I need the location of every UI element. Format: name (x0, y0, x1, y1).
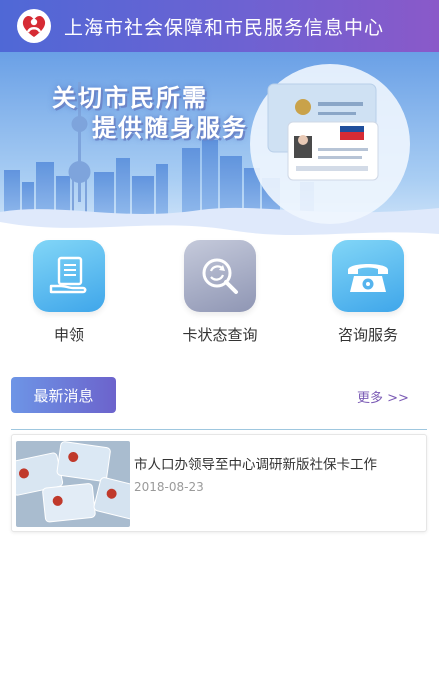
application-form-hand-icon (33, 240, 105, 312)
telephone-icon (332, 240, 404, 312)
magnifier-refresh-icon (184, 240, 256, 312)
news-title: 市人口办领导至中心调研新版社保卡工作 (134, 457, 377, 473)
quick-actions: 申领 卡状态查询 咨询服务 (0, 240, 439, 350)
more-news-link[interactable]: 更多 >> (357, 387, 409, 406)
card-status-query-button[interactable]: 卡状态查询 (165, 240, 275, 345)
banner-slogan-line2: 提供随身服务 (92, 114, 248, 142)
apply-button[interactable]: 申领 (14, 240, 124, 345)
section-divider (11, 429, 427, 430)
social-security-cards-photo (16, 441, 130, 527)
apply-label: 申领 (53, 326, 84, 344)
news-list-item[interactable]: 市人口办领导至中心调研新版社保卡工作 2018-08-23 (11, 434, 427, 532)
app-title: 上海市社会保障和市民服务信息中心 (64, 17, 385, 39)
card-status-query-label: 卡状态查询 (182, 326, 258, 344)
app-header: 上海市社会保障和市民服务信息中心 (0, 0, 439, 52)
news-date: 2018-08-23 (134, 480, 204, 494)
heart-person-logo-icon (16, 8, 52, 44)
hero-banner[interactable]: 关切市民所需 提供随身服务 (0, 52, 439, 262)
consult-service-label: 咨询服务 (337, 326, 398, 344)
latest-news-tab[interactable]: 最新消息 (11, 377, 116, 413)
consult-service-button[interactable]: 咨询服务 (313, 240, 423, 345)
